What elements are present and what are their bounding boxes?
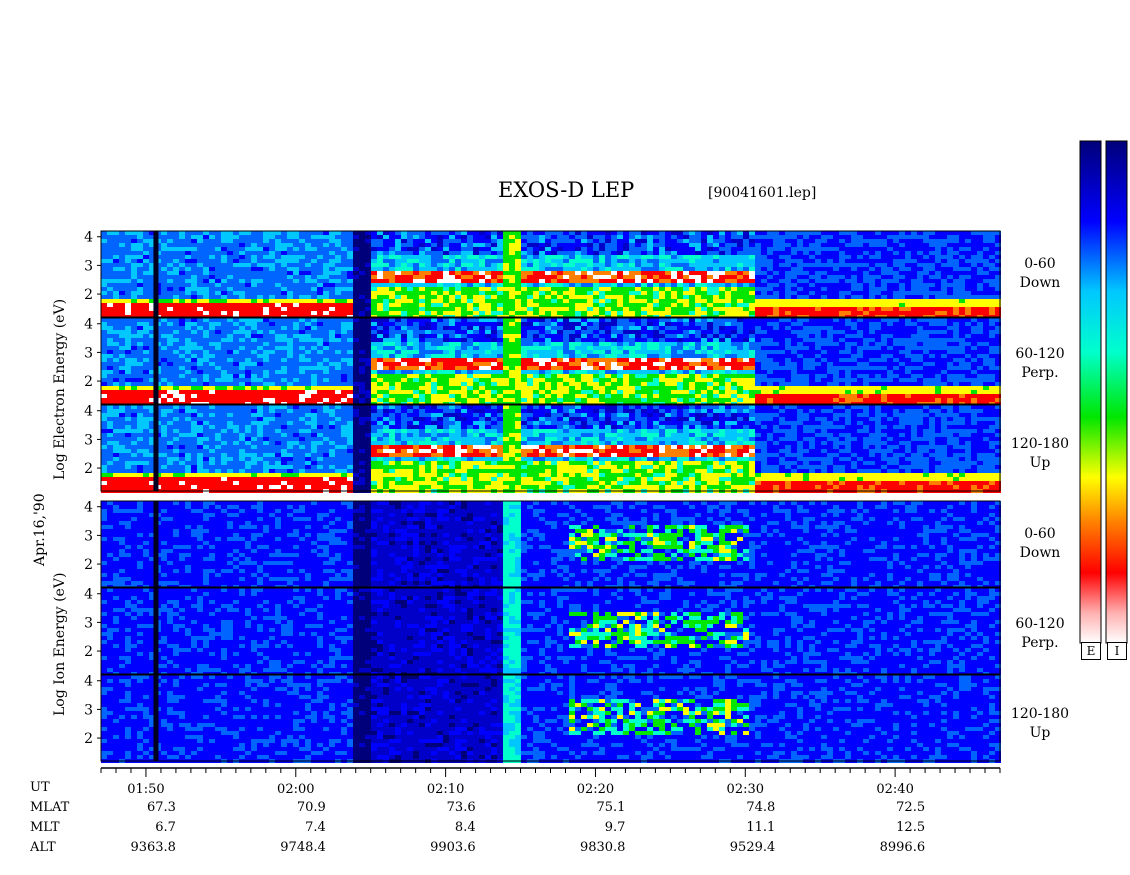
- x-tick-label: 02:20: [577, 782, 614, 797]
- spectrogram-panel: [100, 230, 1001, 319]
- ephemeris-alt-value: 9748.4: [280, 840, 326, 855]
- y-tick-label: 3: [84, 432, 93, 448]
- channel-angle: 0-60: [1024, 256, 1056, 272]
- channel-angle: 120-180: [1010, 436, 1070, 452]
- panel-channel-label: 120-180 Up: [1010, 435, 1070, 473]
- spectrogram-panel: [100, 317, 1001, 406]
- y-tick-label: 4: [84, 674, 93, 690]
- date-label: Apr.16,'90: [32, 493, 48, 566]
- y-tick-label: 3: [84, 528, 93, 544]
- ephemeris-mlt-value: 11.1: [746, 820, 776, 835]
- colorbar-label-electron: E: [1081, 642, 1101, 660]
- spectrogram-panel: [100, 404, 1001, 493]
- y-tick-label: 2: [84, 557, 93, 573]
- ephemeris-mlt-value: 9.7: [604, 820, 626, 835]
- ephemeris-alt-value: 9830.8: [579, 840, 626, 855]
- ephemeris-alt-value: 9903.6: [430, 840, 476, 855]
- ion-ylabel: Log Ion Energy (eV): [52, 572, 68, 716]
- y-tick-label: 3: [84, 615, 93, 631]
- colorbar-electron: [1079, 140, 1102, 644]
- ephemeris-alt-value: 9529.4: [729, 840, 776, 855]
- y-tick-label: 3: [84, 345, 93, 361]
- y-tick-label: 4: [84, 230, 93, 246]
- y-tick-label: 4: [84, 404, 93, 420]
- channel-direction: Perp.: [1021, 635, 1059, 651]
- y-tick-label: 4: [84, 317, 93, 333]
- x-tick-label: 02:30: [727, 782, 764, 797]
- ephemeris-row-label: ALT: [30, 840, 56, 855]
- colorbar-label-ion: I: [1107, 642, 1127, 660]
- y-tick-label: 3: [84, 258, 93, 274]
- panel-channel-label: 0-60 Down: [1010, 525, 1070, 563]
- channel-angle: 60-120: [1015, 346, 1065, 362]
- panel-channel-label: 120-180 Up: [1010, 705, 1070, 743]
- y-tick-label: 2: [84, 644, 93, 660]
- colorbar-ion: [1105, 140, 1128, 644]
- panel-channel-label: 0-60 Down: [1010, 255, 1070, 293]
- panel-channel-label: 60-120 Perp.: [1010, 615, 1070, 653]
- channel-angle: 0-60: [1024, 526, 1056, 542]
- x-tick-label: 01:50: [127, 782, 164, 797]
- ephemeris-mlat-value: 73.6: [446, 800, 476, 815]
- spectrogram-panel: [100, 587, 1001, 676]
- spectrogram-panel: [100, 500, 1001, 589]
- channel-direction: Down: [1019, 545, 1061, 561]
- y-tick-label: 2: [84, 374, 93, 390]
- ephemeris-row-label: MLAT: [30, 800, 70, 815]
- channel-direction: Up: [1029, 455, 1051, 471]
- y-tick-label: 4: [84, 587, 93, 603]
- ephemeris-mlt-value: 7.4: [305, 820, 326, 835]
- ephemeris-row-label: UT: [30, 780, 50, 795]
- spectrogram-plot: 4 3 2 4 3 2 4 3 2 4 3 2 4 3 2 4 3 2 01:50 02:00 02:10 02:20 02…: [84, 140, 1128, 797]
- ephemeris-mlat-value: 75.1: [596, 800, 626, 815]
- panel-channel-label: 60-120 Perp.: [1010, 345, 1070, 383]
- ephemeris-mlt-value: 6.7: [155, 820, 176, 835]
- ephemeris-mlt-value: 8.4: [454, 820, 476, 835]
- lep-spectrogram-figure: 4 3 2 4 3 2 4 3 2 4 3 2 4 3 2 4 3 2 01:50 02:00 02:10 02:20 02…: [0, 0, 1130, 875]
- ephemeris-row-label: MLT: [30, 820, 60, 835]
- electron-ylabel: Log Electron Energy (eV): [52, 298, 68, 480]
- file-id: [90041601.lep]: [708, 185, 817, 201]
- ephemeris-alt-value: 8996.6: [879, 840, 926, 855]
- ephemeris-mlat-value: 74.8: [746, 800, 776, 815]
- ephemeris-mlt-value: 12.5: [896, 820, 926, 835]
- ephemeris-alt-value: 9363.8: [130, 840, 176, 855]
- x-tick-label: 02:10: [427, 782, 464, 797]
- x-tick-label: 02:40: [876, 782, 913, 797]
- channel-angle: 60-120: [1015, 616, 1065, 632]
- ephemeris-mlat-value: 70.9: [296, 800, 326, 815]
- y-tick-label: 2: [84, 287, 93, 303]
- channel-direction: Perp.: [1021, 365, 1059, 381]
- chart-title: EXOS-D LEP: [498, 178, 635, 202]
- spectrogram-panel: [100, 674, 1001, 763]
- channel-direction: Down: [1019, 275, 1061, 291]
- ephemeris-mlat-value: 67.3: [146, 800, 176, 815]
- channel-angle: 120-180: [1010, 706, 1070, 722]
- y-tick-label: 2: [84, 461, 93, 477]
- y-tick-label: 3: [84, 702, 93, 718]
- x-tick-label: 02:00: [277, 782, 314, 797]
- y-tick-label: 4: [84, 500, 93, 516]
- ephemeris-mlat-value: 72.5: [896, 800, 926, 815]
- y-tick-label: 2: [84, 731, 93, 747]
- channel-direction: Up: [1029, 725, 1051, 741]
